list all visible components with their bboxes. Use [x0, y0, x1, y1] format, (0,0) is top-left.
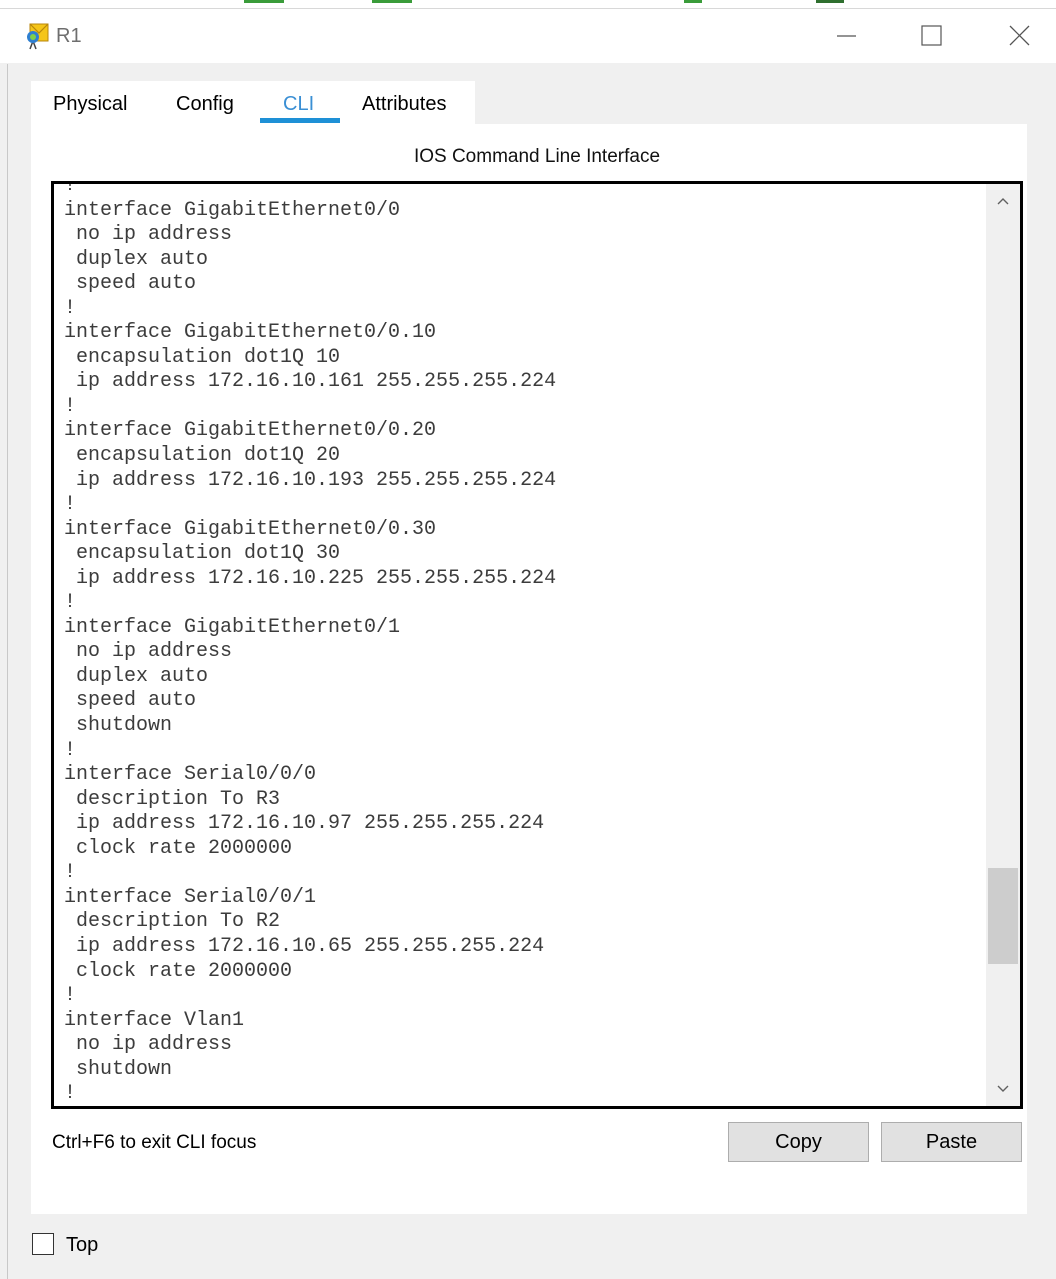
- active-tab-indicator: [260, 118, 340, 123]
- maximize-button[interactable]: [904, 9, 960, 63]
- minimize-icon: [837, 35, 856, 37]
- background-mark: [372, 0, 412, 3]
- top-checkbox[interactable]: [32, 1233, 54, 1255]
- tab-physical[interactable]: Physical: [53, 93, 127, 116]
- background-mark: [684, 0, 702, 3]
- tab-attributes[interactable]: Attributes: [362, 93, 446, 116]
- paste-button[interactable]: Paste: [881, 1122, 1022, 1162]
- close-button[interactable]: [992, 9, 1048, 63]
- cli-scrollbar[interactable]: [986, 184, 1020, 1106]
- tab-config[interactable]: Config: [176, 93, 234, 116]
- top-checkbox-label[interactable]: Top: [66, 1234, 98, 1257]
- cli-header: IOS Command Line Interface: [413, 146, 661, 167]
- scroll-up-button[interactable]: [986, 184, 1020, 218]
- title-bar[interactable]: R1: [0, 9, 1056, 63]
- maximize-icon: [921, 25, 942, 46]
- cli-terminal[interactable]: ! interface GigabitEthernet0/0 no ip add…: [51, 181, 1023, 1109]
- cli-output[interactable]: ! interface GigabitEthernet0/0 no ip add…: [64, 184, 556, 1106]
- router-app-icon: [22, 21, 52, 51]
- window-title: R1: [56, 25, 82, 47]
- chevron-up-icon: [997, 198, 1009, 205]
- close-icon: [1009, 25, 1030, 46]
- cli-focus-hint: Ctrl+F6 to exit CLI focus: [52, 1132, 257, 1153]
- window-edge: [7, 64, 8, 1279]
- copy-button[interactable]: Copy: [728, 1122, 869, 1162]
- scroll-down-button[interactable]: [986, 1072, 1020, 1106]
- scroll-thumb[interactable]: [988, 868, 1018, 964]
- background-strip: [0, 0, 1056, 9]
- minimize-button[interactable]: [818, 9, 874, 63]
- background-mark: [816, 0, 844, 3]
- tab-cli[interactable]: CLI: [283, 93, 314, 116]
- tab-bar: Physical Config CLI Attributes: [31, 81, 475, 125]
- background-mark: [244, 0, 284, 3]
- chevron-down-icon: [997, 1085, 1009, 1092]
